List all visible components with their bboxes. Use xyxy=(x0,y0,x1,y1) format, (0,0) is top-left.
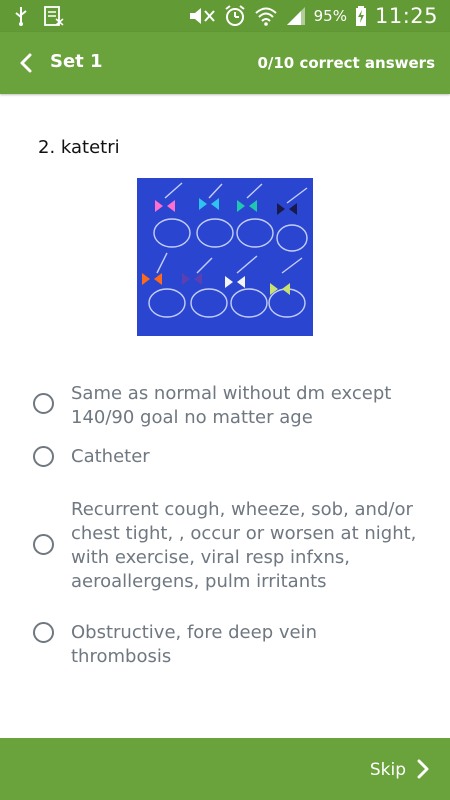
status-bar: 95% 11:25 xyxy=(0,0,450,32)
radio-button[interactable] xyxy=(33,534,54,555)
answer-label: Obstructive, fore deep vein thrombosis xyxy=(71,622,317,667)
answer-label: Same as normal without dm except 140/90 … xyxy=(71,383,392,428)
answer-option-4[interactable]: Obstructive, fore deep vein thrombosis xyxy=(0,620,450,667)
answer-option-2[interactable]: Catheter xyxy=(0,444,450,474)
radio-button[interactable] xyxy=(33,446,54,467)
skip-button[interactable]: Skip xyxy=(370,760,406,780)
mute-icon xyxy=(189,8,215,24)
radio-button[interactable] xyxy=(33,622,54,643)
answer-label: Catheter xyxy=(71,446,150,467)
answer-option-1[interactable]: Same as normal without dm except 140/90 … xyxy=(0,372,450,428)
bottom-bar: Skip xyxy=(0,738,450,800)
clock: 11:25 xyxy=(374,4,438,28)
question-text: 2. katetri xyxy=(38,137,120,158)
butterfly-catheter-illustration xyxy=(137,178,313,336)
battery-charging-icon xyxy=(355,6,366,26)
chevron-left-icon[interactable] xyxy=(14,50,40,76)
usb-icon xyxy=(15,7,27,26)
radio-button[interactable] xyxy=(33,393,54,414)
question-image xyxy=(137,178,313,336)
battery-percentage: 95% xyxy=(313,7,347,25)
alarm-icon xyxy=(225,5,245,26)
cell-signal-icon xyxy=(286,7,305,25)
answer-label: Recurrent cough, wheeze, sob, and/or che… xyxy=(71,499,417,592)
wifi-icon xyxy=(254,7,277,26)
signal-bars-icon xyxy=(44,6,64,26)
app-bar: Set 1 0/10 correct answers xyxy=(0,32,450,94)
score-counter: 0/10 correct answers xyxy=(257,54,435,72)
page-title: Set 1 xyxy=(50,51,103,72)
answer-option-3[interactable]: Recurrent cough, wheeze, sob, and/or che… xyxy=(0,497,450,593)
chevron-right-icon[interactable] xyxy=(416,759,430,779)
